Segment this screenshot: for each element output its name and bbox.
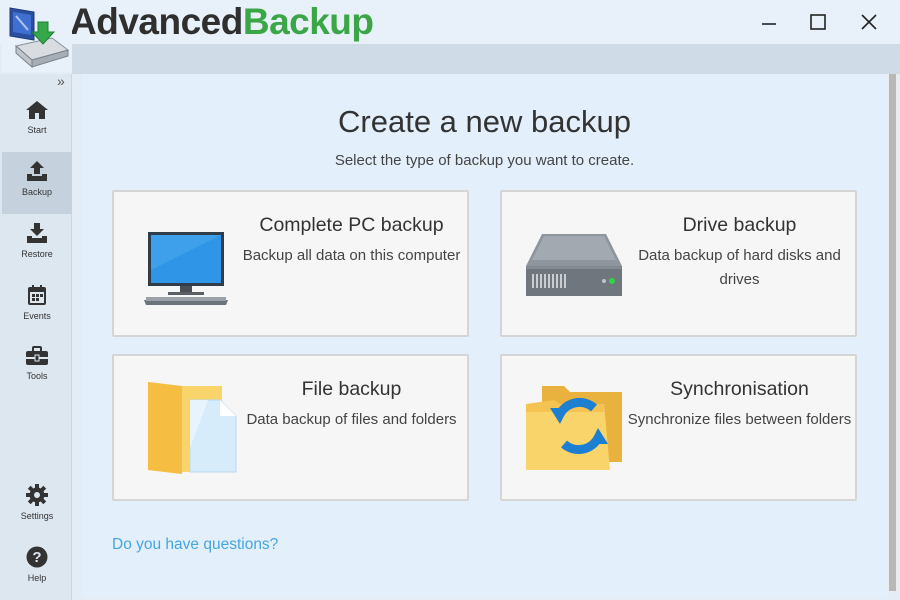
close-icon bbox=[861, 14, 877, 30]
card-title: Complete PC backup bbox=[259, 214, 444, 236]
home-icon bbox=[26, 101, 48, 119]
sidebar-item-label: Events bbox=[23, 311, 51, 321]
sidebar-item-start[interactable]: Start bbox=[2, 92, 72, 154]
app-title: AdvancedBackup bbox=[70, 2, 374, 42]
sidebar-item-settings[interactable]: Settings bbox=[2, 476, 72, 538]
folder-sync-icon bbox=[526, 386, 622, 470]
toolbox-icon bbox=[26, 346, 48, 365]
card-title: Synchronisation bbox=[670, 378, 809, 400]
page-title: Create a new backup bbox=[338, 104, 631, 139]
close-button[interactable] bbox=[852, 6, 886, 38]
card-title: Drive backup bbox=[682, 214, 797, 236]
app-logo bbox=[2, 2, 72, 72]
card-description: Data backup of hard disks and drives bbox=[638, 247, 841, 288]
upload-icon bbox=[27, 161, 47, 181]
sidebar-item-label: Start bbox=[27, 125, 47, 135]
main-content: Create a new backup Select the type of b… bbox=[82, 74, 887, 597]
sidebar-item-events[interactable]: Events bbox=[2, 276, 72, 338]
question-icon: ? bbox=[26, 546, 48, 568]
synchronisation-card[interactable]: Synchronisation Synchronize files betwee… bbox=[500, 354, 857, 501]
maximize-button[interactable] bbox=[801, 6, 835, 38]
scrollbar-thumb[interactable] bbox=[889, 74, 896, 591]
card-title: File backup bbox=[301, 378, 402, 400]
hard-drive-icon bbox=[526, 234, 622, 296]
page-subtitle: Select the type of backup you want to cr… bbox=[334, 152, 635, 169]
sidebar-item-restore[interactable]: Restore bbox=[2, 214, 72, 276]
monitor-icon bbox=[144, 232, 228, 305]
card-description: Backup all data on this computer bbox=[242, 247, 461, 264]
sidebar-collapse-button[interactable]: » bbox=[57, 74, 65, 88]
sidebar-item-label: Tools bbox=[26, 371, 48, 381]
sidebar-item-tools[interactable]: Tools bbox=[2, 338, 72, 400]
header-strip bbox=[72, 44, 900, 74]
folder-file-icon bbox=[148, 382, 237, 474]
svg-text:?: ? bbox=[32, 549, 41, 566]
sidebar: » Start Backup Restore Events Tools Sett… bbox=[0, 74, 72, 600]
file-backup-card[interactable]: File backup Data backup of files and fol… bbox=[112, 354, 469, 501]
calendar-icon bbox=[28, 285, 46, 305]
card-description: Synchronize files between folders bbox=[627, 411, 852, 428]
sidebar-item-label: Backup bbox=[21, 187, 53, 197]
download-icon bbox=[27, 223, 47, 243]
sidebar-item-label: Restore bbox=[21, 249, 53, 259]
maximize-icon bbox=[810, 14, 826, 30]
card-description: Data backup of files and folders bbox=[246, 411, 457, 428]
drive-backup-card[interactable]: Drive backup Data backup of hard disks a… bbox=[500, 190, 857, 337]
app-title-backup: Backup bbox=[242, 1, 374, 42]
sidebar-item-label: Settings bbox=[20, 511, 54, 521]
app-title-advanced: Advanced bbox=[70, 1, 243, 42]
help-link[interactable]: Do you have questions? bbox=[112, 536, 278, 554]
minimize-button[interactable] bbox=[752, 6, 786, 38]
sidebar-item-backup[interactable]: Backup bbox=[2, 152, 72, 214]
sidebar-item-help[interactable]: ? Help bbox=[2, 538, 72, 600]
minimize-icon bbox=[762, 23, 776, 25]
gear-icon bbox=[26, 484, 48, 506]
title-bar: AdvancedBackup bbox=[0, 0, 900, 44]
complete-pc-backup-card[interactable]: Complete PC backup Backup all data on th… bbox=[112, 190, 469, 337]
sidebar-item-label: Help bbox=[27, 573, 47, 583]
